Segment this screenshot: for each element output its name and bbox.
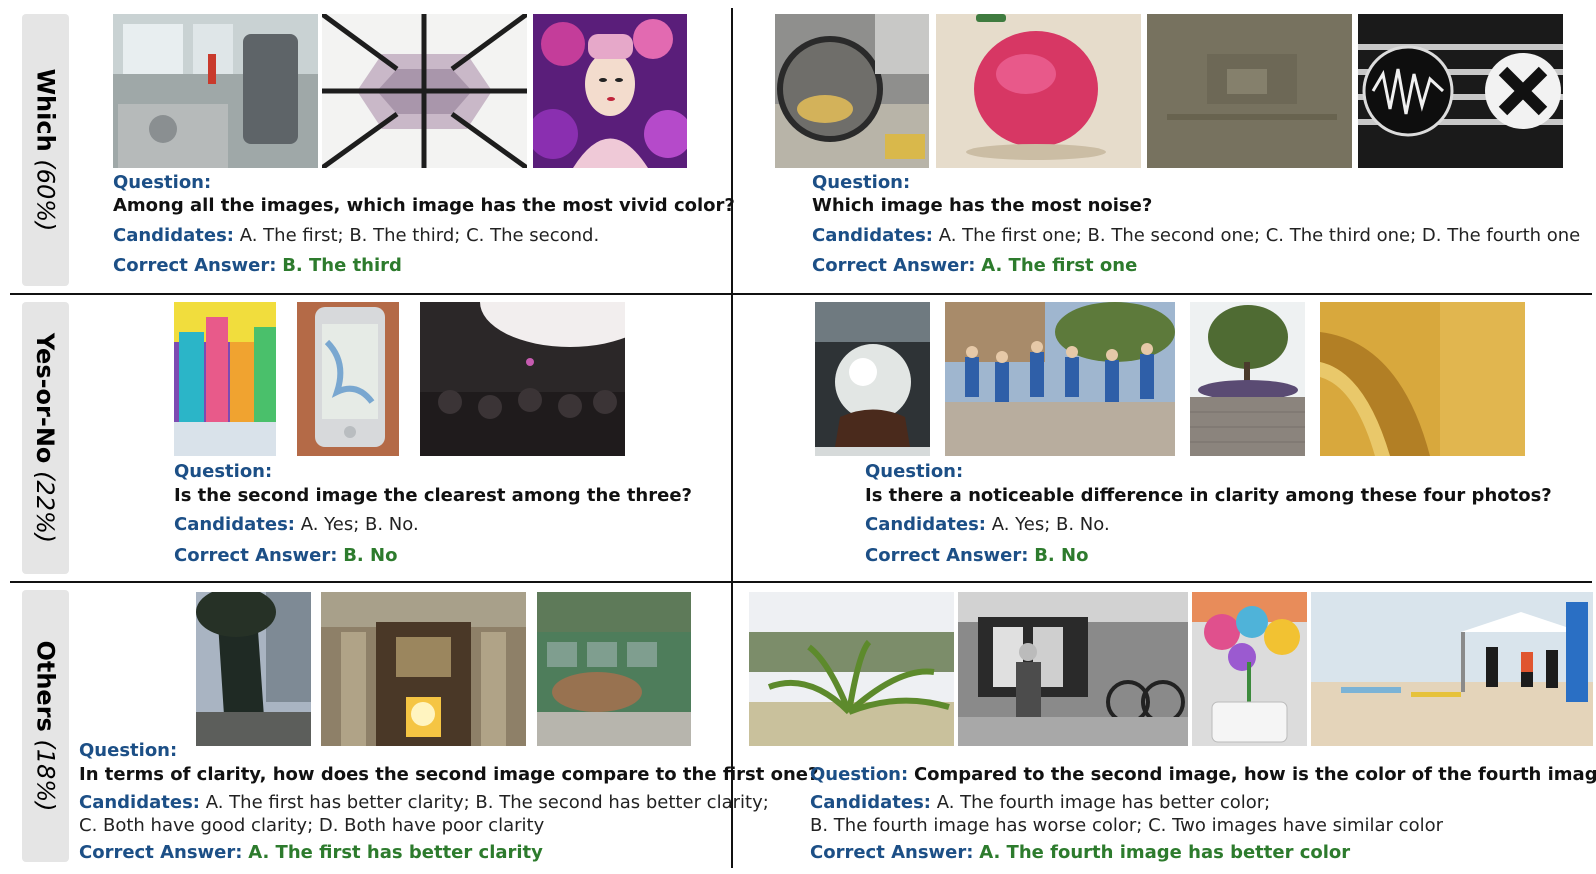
- answer-label: Correct Answer:: [79, 842, 243, 863]
- candidates-line: Candidates: A. Yes; B. No.: [865, 514, 1110, 536]
- question-label: Question:: [113, 172, 212, 193]
- candidates-label: Candidates:: [174, 514, 295, 535]
- photo-noisy-mirror: [775, 14, 929, 168]
- photo-gold-surface: [1320, 302, 1525, 456]
- candidates-text-continued: B. The fourth image has worse color; C. …: [810, 815, 1444, 836]
- candidates-line: Candidates: A. The first; B. The third; …: [113, 225, 599, 247]
- candidates-label: Candidates:: [810, 792, 931, 813]
- vertical-divider: [731, 8, 733, 868]
- answer-text: B. No: [343, 545, 398, 566]
- candidates-text: A. Yes; B. No.: [991, 514, 1110, 535]
- category-tab-yesno: Yes-or-No (22%): [22, 302, 69, 574]
- photo-crowd-walking: [945, 302, 1175, 456]
- photo-blurry-beach: [1311, 592, 1593, 746]
- candidates-text: A. Yes; B. No.: [300, 514, 419, 535]
- photo-geisha-painting: [533, 14, 687, 168]
- question-text: Which image has the most noise?: [812, 195, 1153, 216]
- category-name: Others: [31, 640, 60, 732]
- candidates-label: Candidates:: [812, 225, 933, 246]
- photo-palm-street: [196, 592, 311, 746]
- category-percent: (60%): [31, 159, 60, 232]
- photo-boardwalk-tree: [1190, 302, 1305, 456]
- question-line: Question: Compared to the second image, …: [810, 764, 1596, 786]
- photo-crystal-ball: [815, 302, 930, 456]
- photo-candy-display: [1192, 592, 1307, 746]
- candidates-label: Candidates:: [79, 792, 200, 813]
- answer-line: Correct Answer: A. The fourth image has …: [810, 842, 1350, 864]
- photo-phone-map: [297, 302, 399, 456]
- answer-text: B. No: [1034, 545, 1089, 566]
- answer-line: Correct Answer: A. The first one: [812, 255, 1137, 277]
- question-text: Is the second image the clearest among t…: [174, 485, 692, 506]
- photo-blurry-bus: [537, 592, 691, 746]
- answer-text: A. The first has better clarity: [248, 842, 543, 863]
- question-label: Question:: [174, 461, 273, 482]
- candidates-text: A. The fourth image has better color;: [936, 792, 1271, 813]
- answer-text: B. The third: [282, 255, 402, 276]
- category-percent: (22%): [31, 471, 60, 544]
- photo-logo-grille: [1358, 14, 1563, 168]
- candidates-line: Candidates: A. The first has better clar…: [79, 792, 769, 814]
- photo-train-cabin: [113, 14, 318, 168]
- candidates-line: Candidates: A. The first one; B. The sec…: [812, 225, 1580, 247]
- answer-label: Correct Answer:: [174, 545, 338, 566]
- answer-line: Correct Answer: B. The third: [113, 255, 402, 277]
- candidates-text-continued: C. Both have good clarity; D. Both have …: [79, 815, 545, 836]
- answer-label: Correct Answer:: [812, 255, 976, 276]
- category-tab-others: Others (18%): [22, 590, 69, 862]
- question-label: Question:: [865, 461, 964, 482]
- question-label: Question:: [812, 172, 911, 193]
- category-tab-which: Which (60%): [22, 14, 69, 286]
- answer-line: Correct Answer: B. No: [865, 545, 1088, 567]
- photo-skylight-structure: [322, 14, 527, 168]
- answer-text: A. The first one: [981, 255, 1138, 276]
- answer-line: Correct Answer: A. The first has better …: [79, 842, 543, 864]
- photo-dark-office: [1147, 14, 1352, 168]
- category-percent: (18%): [31, 739, 60, 812]
- horizontal-divider-1: [10, 293, 1592, 295]
- candidates-line: Candidates: A. The fourth image has bett…: [810, 792, 1270, 814]
- photo-red-fabric-bundle: [936, 14, 1141, 168]
- answer-line: Correct Answer: B. No: [174, 545, 397, 567]
- question-text: Among all the images, which image has th…: [113, 195, 735, 216]
- candidates-text: A. The first has better clarity; B. The …: [205, 792, 769, 813]
- question-text: Compared to the second image, how is the…: [913, 764, 1596, 785]
- answer-label: Correct Answer:: [113, 255, 277, 276]
- candidates-text: A. The first one; B. The second one; C. …: [938, 225, 1581, 246]
- question-label: Question:: [79, 740, 178, 761]
- candidates-label: Candidates:: [113, 225, 234, 246]
- candidates-line: Candidates: A. Yes; B. No.: [174, 514, 419, 536]
- candidates-text: A. The first; B. The third; C. The secon…: [239, 225, 600, 246]
- answer-label: Correct Answer:: [810, 842, 974, 863]
- photo-ornate-altar: [321, 592, 526, 746]
- question-label: Question:: [810, 764, 909, 785]
- photo-colorful-city-illustration: [174, 302, 276, 456]
- candidates-label: Candidates:: [865, 514, 986, 535]
- question-text: In terms of clarity, how does the second…: [79, 764, 819, 785]
- answer-text: A. The fourth image has better color: [979, 842, 1351, 863]
- answer-label: Correct Answer:: [865, 545, 1029, 566]
- photo-palm-shrub: [749, 592, 954, 746]
- category-name: Yes-or-No: [31, 332, 60, 464]
- photo-dark-concert: [420, 302, 625, 456]
- question-text: Is there a noticeable difference in clar…: [865, 485, 1552, 506]
- category-name: Which: [31, 68, 60, 152]
- photo-bw-market: [958, 592, 1188, 746]
- horizontal-divider-2: [10, 581, 1592, 583]
